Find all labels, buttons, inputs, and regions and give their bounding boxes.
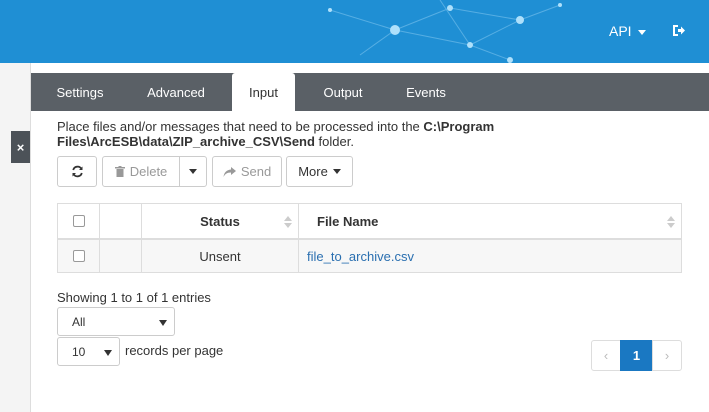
table-header: Status File Name bbox=[58, 204, 681, 240]
more-label: More bbox=[298, 164, 328, 179]
sort-icon bbox=[284, 216, 292, 228]
filename-column-header[interactable]: File Name bbox=[299, 204, 681, 238]
dropdown-arrow-icon bbox=[159, 320, 167, 326]
trash-icon bbox=[114, 166, 125, 177]
status-cell: Unsent bbox=[142, 240, 299, 272]
chevron-right-icon: › bbox=[664, 348, 670, 363]
filter-select[interactable]: All bbox=[57, 307, 175, 336]
delete-label: Delete bbox=[129, 164, 168, 179]
main-panel: Settings Advanced Input Output Events Pl… bbox=[30, 63, 709, 412]
chevron-left-icon: ‹ bbox=[603, 348, 609, 363]
close-panel-button[interactable]: × bbox=[11, 131, 30, 163]
instructions-text: Place files and/or messages that need to… bbox=[57, 119, 495, 149]
entries-info: Showing 1 to 1 of 1 entries bbox=[57, 290, 211, 305]
close-icon: × bbox=[16, 139, 25, 155]
folder-path-line1: C:\Program bbox=[423, 119, 495, 134]
select-all-cell bbox=[58, 204, 100, 238]
tab-events[interactable]: Events bbox=[393, 73, 459, 111]
file-name-link[interactable]: file_to_archive.csv bbox=[307, 249, 414, 264]
filename-cell: file_to_archive.csv bbox=[299, 240, 681, 272]
api-menu[interactable]: API bbox=[609, 23, 646, 39]
folder-path-line2: Files\ArcESB\data\ZIP_archive_CSV\Send bbox=[57, 134, 315, 149]
tab-bar: Settings Advanced Input Output Events bbox=[31, 73, 709, 111]
records-per-page-label: records per page bbox=[125, 343, 224, 358]
delete-button[interactable]: Delete bbox=[102, 156, 180, 187]
table-row[interactable]: Unsent file_to_archive.csv bbox=[58, 240, 681, 272]
more-button[interactable]: More bbox=[286, 156, 353, 187]
row-checkbox[interactable] bbox=[72, 250, 85, 262]
caret-down-icon bbox=[637, 29, 646, 35]
caret-down-icon bbox=[332, 169, 341, 174]
blank-header-cell bbox=[100, 204, 142, 238]
tab-advanced[interactable]: Advanced bbox=[133, 73, 219, 111]
caret-down-icon bbox=[189, 169, 197, 174]
share-arrow-icon bbox=[223, 166, 236, 177]
status-column-header[interactable]: Status bbox=[142, 204, 299, 238]
left-strip bbox=[0, 63, 30, 412]
send-label: Send bbox=[240, 164, 272, 179]
sign-out-icon[interactable] bbox=[672, 24, 686, 40]
tab-output[interactable]: Output bbox=[307, 73, 379, 111]
tab-settings[interactable]: Settings bbox=[43, 73, 117, 111]
top-header: API bbox=[0, 0, 709, 63]
next-page-button[interactable]: › bbox=[652, 340, 682, 371]
row-select-cell bbox=[58, 240, 100, 272]
send-button[interactable]: Send bbox=[212, 156, 282, 187]
api-menu-label: API bbox=[609, 23, 632, 39]
sort-icon bbox=[667, 216, 675, 228]
delete-options-dropdown[interactable] bbox=[179, 156, 207, 187]
files-table: Status File Name Unsent file_to_archive.… bbox=[57, 203, 682, 273]
network-decoration bbox=[328, 0, 562, 63]
refresh-icon bbox=[71, 165, 83, 178]
page-size-select[interactable]: 10 bbox=[57, 337, 120, 366]
refresh-button[interactable] bbox=[57, 156, 97, 187]
dropdown-arrow-icon bbox=[104, 350, 112, 356]
prev-page-button[interactable]: ‹ bbox=[591, 340, 621, 371]
tab-input[interactable]: Input bbox=[232, 73, 295, 111]
select-all-checkbox[interactable] bbox=[72, 215, 85, 227]
blank-cell bbox=[100, 240, 142, 272]
page-1-button[interactable]: 1 bbox=[620, 340, 653, 371]
